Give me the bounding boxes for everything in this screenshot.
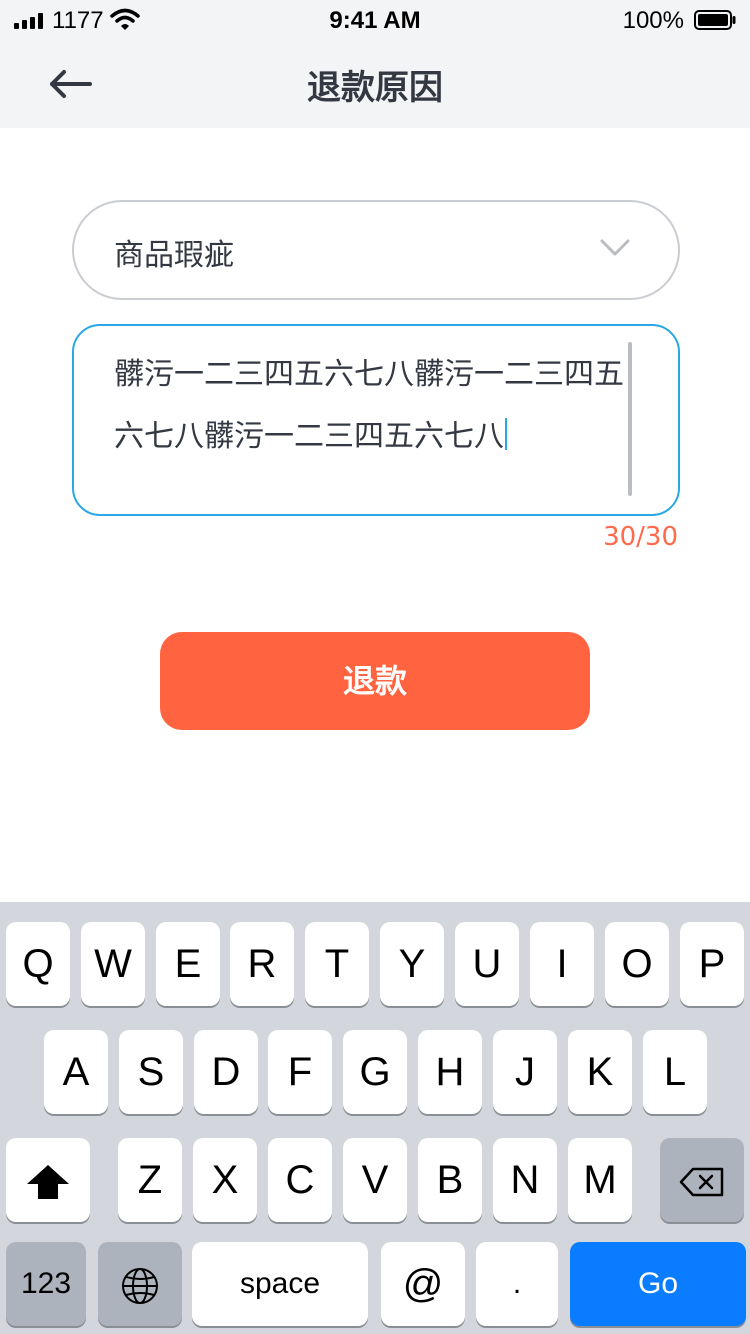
shift-icon — [27, 1165, 69, 1200]
reason-text-value: 髒污一二三四五六七八髒污一二三四五六七八髒污一二三四五六七八 — [114, 357, 624, 454]
key-n[interactable]: N — [493, 1138, 557, 1222]
go-key[interactable]: Go — [570, 1242, 746, 1326]
key-g[interactable]: G — [343, 1030, 407, 1114]
keyboard: Q W E R T Y U I O P A S D F G H J K L Z … — [0, 902, 750, 1334]
key-c[interactable]: C — [268, 1138, 332, 1222]
key-p[interactable]: P — [680, 922, 744, 1006]
reason-textarea-content: 髒污一二三四五六七八髒污一二三四五六七八髒污一二三四五六七八 — [114, 344, 634, 468]
key-h[interactable]: H — [418, 1030, 482, 1114]
key-l[interactable]: L — [643, 1030, 707, 1114]
key-b[interactable]: B — [418, 1138, 482, 1222]
key-a[interactable]: A — [44, 1030, 108, 1114]
at-key[interactable]: @ — [381, 1242, 465, 1326]
shift-key[interactable] — [6, 1138, 90, 1222]
space-key[interactable]: space — [192, 1242, 368, 1326]
globe-icon — [122, 1268, 158, 1305]
refund-button[interactable]: 退款 — [160, 632, 590, 730]
key-r[interactable]: R — [230, 922, 294, 1006]
textarea-scrollbar[interactable] — [628, 342, 632, 496]
period-key[interactable]: . — [476, 1242, 558, 1326]
key-v[interactable]: V — [343, 1138, 407, 1222]
key-o[interactable]: O — [605, 922, 669, 1006]
key-t[interactable]: T — [305, 922, 369, 1006]
key-z[interactable]: Z — [118, 1138, 182, 1222]
key-u[interactable]: U — [455, 922, 519, 1006]
backspace-icon — [679, 1168, 724, 1197]
key-j[interactable]: J — [493, 1030, 557, 1114]
reason-dropdown-value: 商品瑕疵 — [114, 238, 234, 273]
reason-dropdown[interactable]: 商品瑕疵 — [72, 200, 680, 300]
key-s[interactable]: S — [119, 1030, 183, 1114]
top-bar: 1177 9:41 AM 100% 退款原因 — [0, 0, 750, 128]
numbers-key[interactable]: 123 — [6, 1242, 86, 1326]
page-title: 退款原因 — [307, 68, 443, 108]
key-y[interactable]: Y — [380, 922, 444, 1006]
battery-percent: 100% — [622, 7, 684, 34]
globe-key[interactable] — [98, 1242, 182, 1326]
key-x[interactable]: X — [193, 1138, 257, 1222]
key-i[interactable]: I — [530, 922, 594, 1006]
text-caret — [505, 418, 507, 450]
key-e[interactable]: E — [156, 922, 220, 1006]
chevron-down-icon — [600, 239, 630, 256]
key-d[interactable]: D — [194, 1030, 258, 1114]
key-f[interactable]: F — [268, 1030, 332, 1114]
battery-icon — [694, 10, 736, 30]
key-k[interactable]: K — [568, 1030, 632, 1114]
key-w[interactable]: W — [81, 922, 145, 1006]
character-counter: 30/30 — [603, 522, 678, 552]
status-bar: 1177 9:41 AM 100% — [0, 0, 750, 42]
delete-key[interactable] — [660, 1138, 744, 1222]
reason-textarea[interactable]: 髒污一二三四五六七八髒污一二三四五六七八髒污一二三四五六七八 — [72, 324, 680, 516]
key-m[interactable]: M — [568, 1138, 632, 1222]
key-q[interactable]: Q — [6, 922, 70, 1006]
